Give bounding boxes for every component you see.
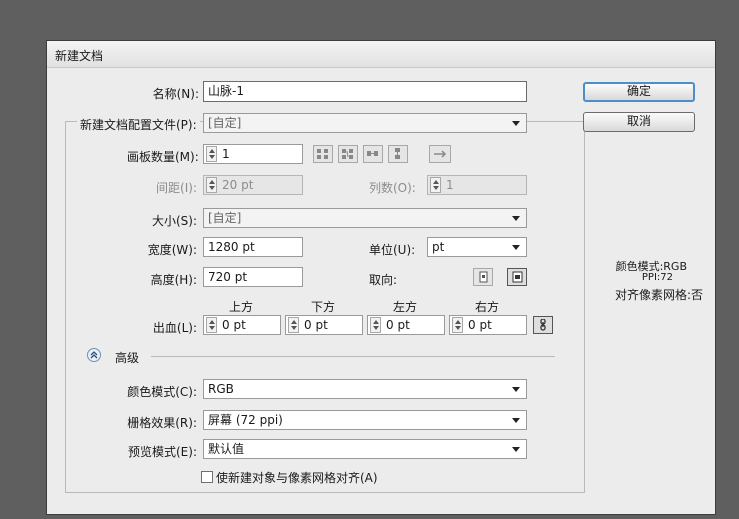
right-to-left-icon[interactable]: [429, 145, 451, 163]
info-ppi: PPI:72: [641, 272, 673, 283]
chain-link-icon[interactable]: [533, 316, 553, 334]
columns-stepper: 1: [427, 175, 527, 195]
artboards-stepper[interactable]: 1: [203, 144, 303, 164]
name-input[interactable]: 山脉-1: [203, 81, 527, 102]
bleed-top-stepper[interactable]: 0 pt: [203, 315, 281, 335]
name-label: 名称(N):: [152, 87, 199, 101]
portrait-icon[interactable]: [473, 268, 493, 286]
spin-arrows-icon[interactable]: [206, 146, 217, 162]
preview-mode-label: 预览模式(E):: [128, 445, 197, 459]
preview-mode-select-value: 默认值: [208, 442, 245, 456]
grid-by-column-icon[interactable]: [338, 145, 358, 163]
chevron-down-icon: [512, 216, 520, 221]
raster-effects-select-value: 屏幕 (72 ppi): [208, 413, 283, 427]
chevron-down-icon: [512, 121, 520, 126]
height-input[interactable]: 720 pt: [203, 267, 303, 287]
color-mode-select[interactable]: RGB: [203, 379, 527, 399]
units-label: 单位(U):: [369, 243, 416, 257]
color-mode-label: 颜色模式(C):: [127, 385, 197, 399]
ok-button[interactable]: 确定: [583, 82, 695, 102]
orientation-label: 取向:: [369, 273, 398, 287]
cancel-button[interactable]: 取消: [583, 112, 695, 132]
chevron-down-icon: [512, 418, 520, 423]
preview-mode-select[interactable]: 默认值: [203, 439, 527, 459]
bleed-top-value: 0 pt: [222, 318, 246, 332]
width-label: 宽度(W):: [147, 243, 197, 257]
size-select-value: [自定]: [208, 211, 242, 225]
chevron-down-icon: [512, 447, 520, 452]
chevron-up-circle-icon[interactable]: [87, 348, 101, 362]
spin-arrows-icon[interactable]: [370, 317, 381, 333]
size-label: 大小(S):: [151, 214, 197, 228]
grid-by-row-icon[interactable]: [313, 145, 333, 163]
units-select-value: pt: [432, 240, 445, 254]
spacing-label: 间距(I):: [156, 181, 197, 195]
bleed-bottom-header: 下方: [311, 300, 336, 314]
bleed-left-value: 0 pt: [386, 318, 410, 332]
advanced-label: 高级: [115, 351, 140, 365]
height-label: 高度(H):: [150, 273, 197, 287]
bleed-bottom-stepper[interactable]: 0 pt: [285, 315, 363, 335]
chevron-down-icon: [512, 387, 520, 392]
bleed-left-header: 左方: [393, 300, 418, 314]
info-align-pixel-grid: 对齐像素网格:否: [614, 288, 703, 302]
bleed-left-stepper[interactable]: 0 pt: [367, 315, 445, 335]
units-select[interactable]: pt: [427, 237, 527, 257]
arrange-by-row-icon[interactable]: [363, 145, 383, 163]
landscape-icon[interactable]: [507, 268, 527, 286]
bleed-label: 出血(L):: [152, 321, 197, 335]
arrange-by-column-icon[interactable]: [388, 145, 408, 163]
spin-arrows-icon[interactable]: [452, 317, 463, 333]
dialog-titlebar[interactable]: 新建文档: [47, 41, 715, 68]
columns-value: 1: [446, 178, 454, 192]
chevron-down-icon: [512, 245, 520, 250]
raster-effects-label: 栅格效果(R):: [127, 416, 197, 430]
raster-effects-select[interactable]: 屏幕 (72 ppi): [203, 410, 527, 430]
advanced-divider: [151, 356, 555, 357]
bleed-top-header: 上方: [229, 300, 254, 314]
spacing-stepper: 20 pt: [203, 175, 303, 195]
artboards-value: 1: [222, 147, 230, 161]
spin-arrows-icon[interactable]: [206, 317, 217, 333]
size-select[interactable]: [自定]: [203, 208, 527, 228]
dialog-title: 新建文档: [55, 49, 104, 63]
spacing-value: 20 pt: [222, 178, 254, 192]
new-document-dialog: 新建文档 名称(N): 山脉-1 新建文档配置文件(P): [自定] 画板数量(…: [46, 40, 716, 515]
spin-arrows-icon[interactable]: [288, 317, 299, 333]
bleed-right-value: 0 pt: [468, 318, 492, 332]
profile-select[interactable]: [自定]: [203, 113, 527, 133]
width-input[interactable]: 1280 pt: [203, 237, 303, 257]
columns-label: 列数(O):: [369, 181, 416, 195]
artboards-label: 画板数量(M):: [127, 150, 199, 164]
profile-select-value: [自定]: [208, 116, 242, 130]
bleed-bottom-value: 0 pt: [304, 318, 328, 332]
spin-arrows-icon: [430, 177, 441, 193]
bleed-right-header: 右方: [475, 300, 500, 314]
color-mode-select-value: RGB: [208, 382, 234, 396]
align-pixel-grid-checkbox[interactable]: [201, 471, 213, 483]
spin-arrows-icon: [206, 177, 217, 193]
align-pixel-grid-label[interactable]: 使新建对象与像素网格对齐(A): [216, 469, 378, 486]
profile-label: 新建文档配置文件(P):: [77, 116, 200, 133]
bleed-right-stepper[interactable]: 0 pt: [449, 315, 527, 335]
